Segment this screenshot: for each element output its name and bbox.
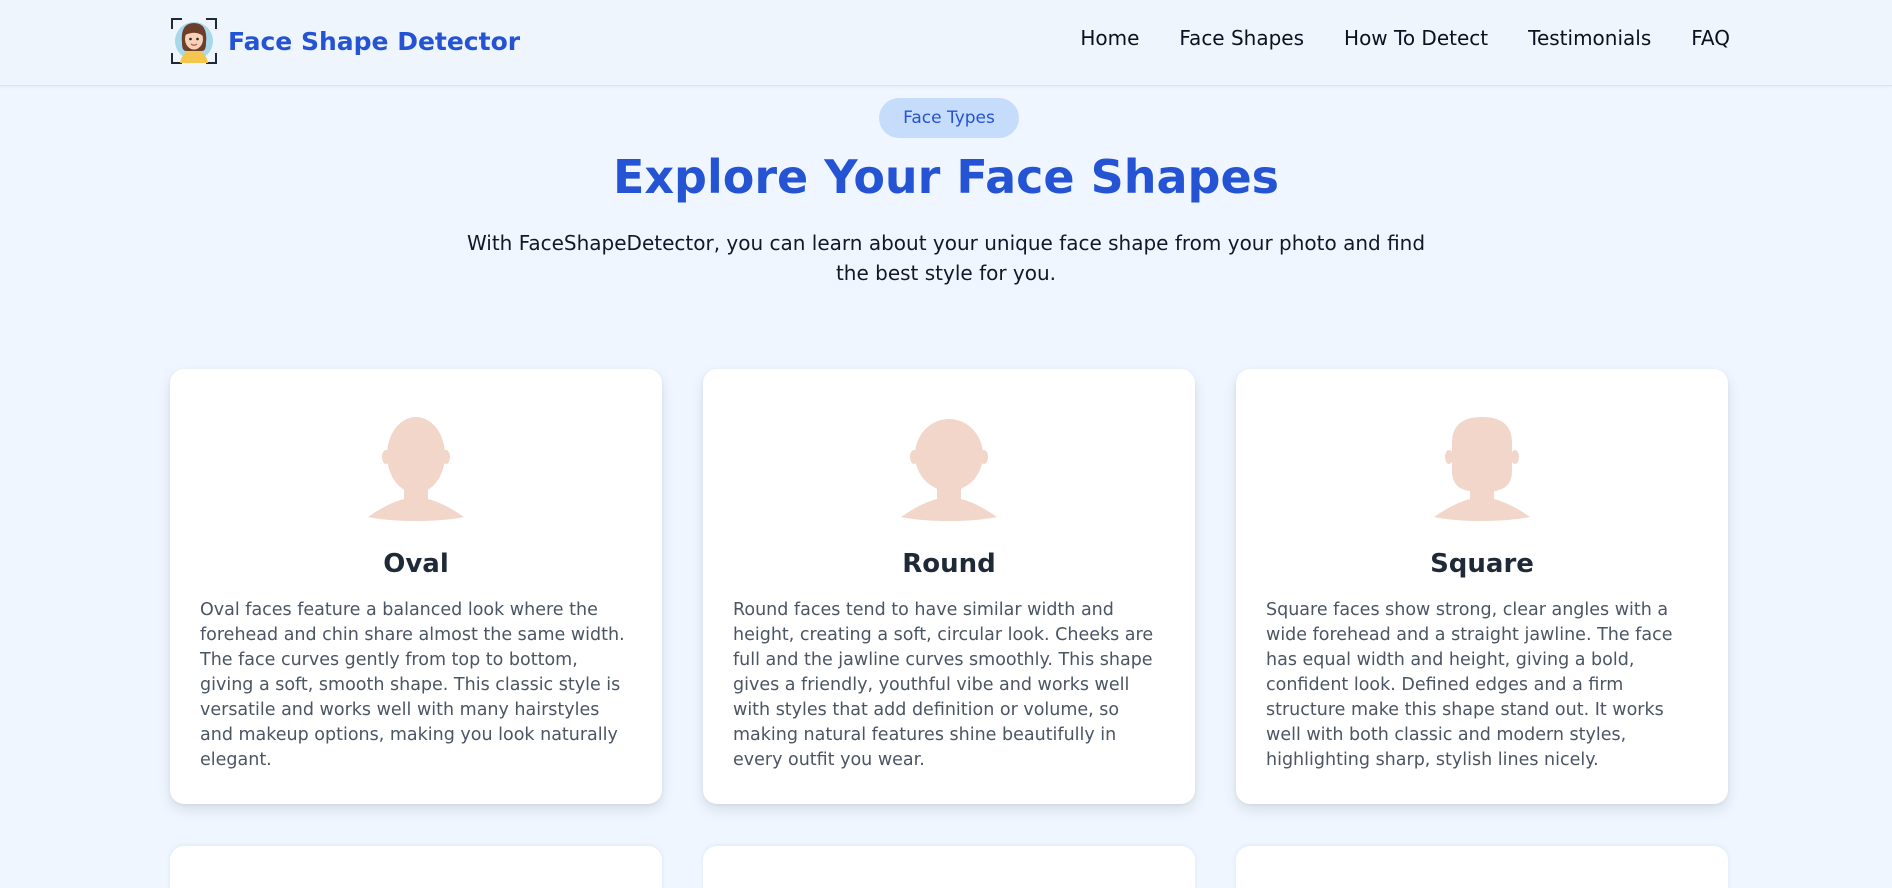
site-header: Face Shape Detector Home Face Shapes How…: [0, 0, 1892, 86]
brand-logo-link[interactable]: Face Shape Detector: [170, 17, 520, 65]
card-description: Round faces tend to have similar width a…: [733, 600, 1154, 770]
face-shape-card-round: Round Round faces tend to have similar w…: [703, 369, 1195, 804]
section-badge: Face Types: [879, 98, 1019, 138]
section-title: Explore Your Face Shapes: [612, 150, 1280, 204]
girl-face-scan-icon: [170, 17, 218, 65]
section-subtitle: With FaceShapeDetector, you can learn ab…: [466, 231, 1426, 285]
next-row-card: [703, 846, 1195, 888]
brand-name: Face Shape Detector: [228, 26, 521, 56]
card-description: Square faces show strong, clear angles w…: [1266, 600, 1673, 770]
card-description: Oval faces feature a balanced look where…: [200, 600, 625, 770]
card-title: Square: [1430, 549, 1534, 579]
main-nav: Home Face Shapes How To Detect Testimoni…: [1080, 26, 1730, 50]
nav-testimonials-link[interactable]: Testimonials: [1528, 26, 1651, 50]
nav-face-shapes-link[interactable]: Face Shapes: [1179, 26, 1304, 50]
nav-how-to-detect-link[interactable]: How To Detect: [1344, 26, 1488, 50]
card-title: Oval: [383, 549, 449, 579]
next-row-card: [1236, 846, 1728, 888]
round-face-silhouette-icon: [899, 409, 999, 521]
card-title: Round: [902, 549, 996, 579]
oval-face-silhouette-icon: [366, 409, 466, 521]
square-face-silhouette-icon: [1432, 409, 1532, 521]
nav-faq-link[interactable]: FAQ: [1691, 26, 1730, 50]
face-shape-card-oval: Oval Oval faces feature a balanced look …: [170, 369, 662, 804]
nav-home-link[interactable]: Home: [1080, 26, 1139, 50]
next-row-card: [170, 846, 662, 888]
face-shape-card-square: Square Square faces show strong, clear a…: [1236, 369, 1728, 804]
